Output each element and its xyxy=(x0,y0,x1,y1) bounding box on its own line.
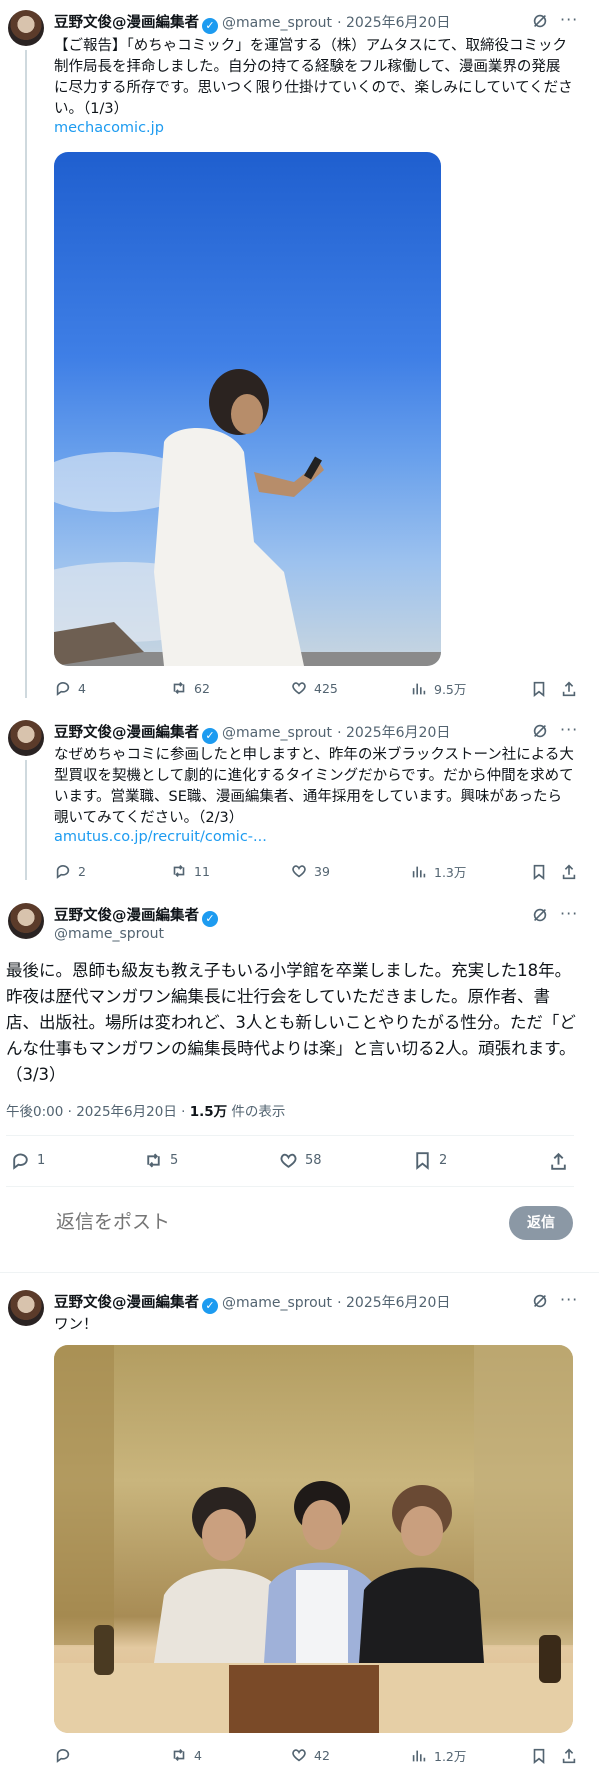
repost-icon xyxy=(173,682,185,694)
share-icon[interactable] xyxy=(560,680,578,702)
thread-line xyxy=(25,760,27,880)
tweet-link[interactable]: amutus.co.jp/recruit/comic-... xyxy=(54,829,267,845)
repost-button[interactable]: 4 xyxy=(170,1746,202,1764)
tweet-header: 豆野文俊@漫画編集者 ✓ @mame_sprout · 2025年6月20日 xyxy=(54,11,450,34)
repost-button[interactable]: 5 xyxy=(143,1150,178,1171)
thread-line xyxy=(25,50,27,698)
verified-badge-icon: ✓ xyxy=(202,728,218,744)
analytics-icon xyxy=(412,683,426,694)
avatar[interactable] xyxy=(8,903,44,939)
heart-icon xyxy=(280,1153,297,1168)
reply-icon xyxy=(13,1153,28,1170)
heart-icon xyxy=(292,1749,306,1762)
reply-button[interactable]: 4 xyxy=(54,679,86,697)
share-icon[interactable] xyxy=(560,863,578,885)
divider xyxy=(0,1272,599,1273)
repost-icon xyxy=(173,1749,185,1761)
avatar[interactable] xyxy=(8,720,44,756)
tweet-header: 豆野文俊@漫画編集者 ✓ @mame_sprout · 2025年6月20日 xyxy=(54,721,450,744)
views-label: 件の表示 xyxy=(227,1104,286,1120)
display-name[interactable]: 豆野文俊@漫画編集者 xyxy=(54,908,199,924)
reply-button[interactable]: 1 xyxy=(10,1150,45,1171)
reply-input[interactable] xyxy=(54,1205,418,1239)
grok-icon[interactable] xyxy=(531,722,549,744)
handle[interactable]: @mame_sprout xyxy=(222,1295,332,1311)
tweet-text: なぜめちゃコミに参画したと申しますと、昨年の米ブラックストーン社による大型買収を… xyxy=(54,747,574,826)
reply-button[interactable] xyxy=(54,1746,78,1764)
more-options-icon[interactable]: ··· xyxy=(560,720,578,739)
handle[interactable]: @mame_sprout xyxy=(222,725,332,741)
like-button[interactable]: 425 xyxy=(290,679,338,697)
handle[interactable]: @mame_sprout xyxy=(54,926,164,942)
display-name[interactable]: 豆野文俊@漫画編集者 xyxy=(54,15,199,31)
verified-badge-icon: ✓ xyxy=(202,911,218,927)
share-icon[interactable] xyxy=(548,1151,569,1176)
verified-badge-icon: ✓ xyxy=(202,1298,218,1314)
avatar[interactable] xyxy=(8,1290,44,1326)
photo-illustration xyxy=(54,369,441,666)
tweet-header: 豆野文俊@漫画編集者 ✓ @mame_sprout · 2025年6月20日 xyxy=(54,1291,450,1314)
reply-icon xyxy=(56,682,70,696)
bookmark-icon[interactable] xyxy=(530,680,548,702)
analytics-icon xyxy=(412,1750,426,1761)
tweet-photo[interactable] xyxy=(54,152,441,666)
share-icon[interactable] xyxy=(560,1747,578,1769)
reply-icon xyxy=(56,1749,70,1763)
photo-illustration xyxy=(54,1345,573,1733)
verified-badge-icon: ✓ xyxy=(202,18,218,34)
tweet-photo[interactable] xyxy=(54,1345,573,1733)
reply-icon xyxy=(56,865,70,879)
bookmark-button[interactable]: 2 xyxy=(412,1150,447,1171)
post-date[interactable]: · 2025年6月20日 xyxy=(337,15,450,31)
like-button[interactable]: 39 xyxy=(290,862,330,880)
divider xyxy=(6,1135,574,1136)
like-button[interactable]: 42 xyxy=(290,1746,330,1764)
views-button[interactable]: 1.3万 xyxy=(410,862,466,881)
tweet-link[interactable]: mechacomic.jp xyxy=(54,120,164,136)
views-count: 1.5万 xyxy=(189,1104,228,1120)
repost-icon xyxy=(173,865,185,877)
more-options-icon[interactable]: ··· xyxy=(560,10,578,29)
views-button[interactable]: 1.2万 xyxy=(410,1746,466,1765)
handle[interactable]: @mame_sprout xyxy=(222,15,332,31)
repost-icon xyxy=(147,1153,160,1168)
grok-icon[interactable] xyxy=(531,12,549,34)
bookmark-icon[interactable] xyxy=(530,1747,548,1769)
divider xyxy=(6,1186,574,1187)
tweet-meta: 午後0:00 · 2025年6月20日 · 1.5万 件の表示 xyxy=(6,1100,285,1120)
reply-button[interactable]: 返信 xyxy=(509,1206,573,1240)
display-name[interactable]: 豆野文俊@漫画編集者 xyxy=(54,1295,199,1311)
tweet-text: ワン！ xyxy=(54,1317,98,1333)
avatar[interactable] xyxy=(8,10,44,46)
reply-button[interactable]: 2 xyxy=(54,862,86,880)
heart-icon xyxy=(292,682,306,695)
tweet-header: 豆野文俊@漫画編集者 ✓ xyxy=(54,904,222,927)
more-options-icon[interactable]: ··· xyxy=(560,1290,578,1309)
heart-icon xyxy=(292,865,306,878)
main-tweet-text: 最後に。恩師も級友も教え子もいる小学館を卒業しました。充実した18年。昨夜は歴代… xyxy=(6,961,576,1084)
post-date[interactable]: · 2025年6月20日 xyxy=(337,1295,450,1311)
more-options-icon[interactable]: ··· xyxy=(560,904,578,923)
tweet-text: 【ご報告】「めちゃコミック」を運営する（株）アムタスにて、取締役コミック制作局長… xyxy=(54,38,573,117)
views-button[interactable]: 9.5万 xyxy=(410,679,466,698)
grok-icon[interactable] xyxy=(531,1292,549,1314)
repost-button[interactable]: 11 xyxy=(170,862,210,880)
like-button[interactable]: 58 xyxy=(278,1150,322,1171)
bookmark-icon xyxy=(416,1152,429,1170)
repost-button[interactable]: 62 xyxy=(170,679,210,697)
analytics-icon xyxy=(412,866,426,877)
bookmark-icon[interactable] xyxy=(530,863,548,885)
display-name[interactable]: 豆野文俊@漫画編集者 xyxy=(54,725,199,741)
grok-icon[interactable] xyxy=(531,906,549,928)
timestamp[interactable]: 午後0:00 · 2025年6月20日 · xyxy=(6,1104,190,1120)
post-date[interactable]: · 2025年6月20日 xyxy=(337,725,450,741)
